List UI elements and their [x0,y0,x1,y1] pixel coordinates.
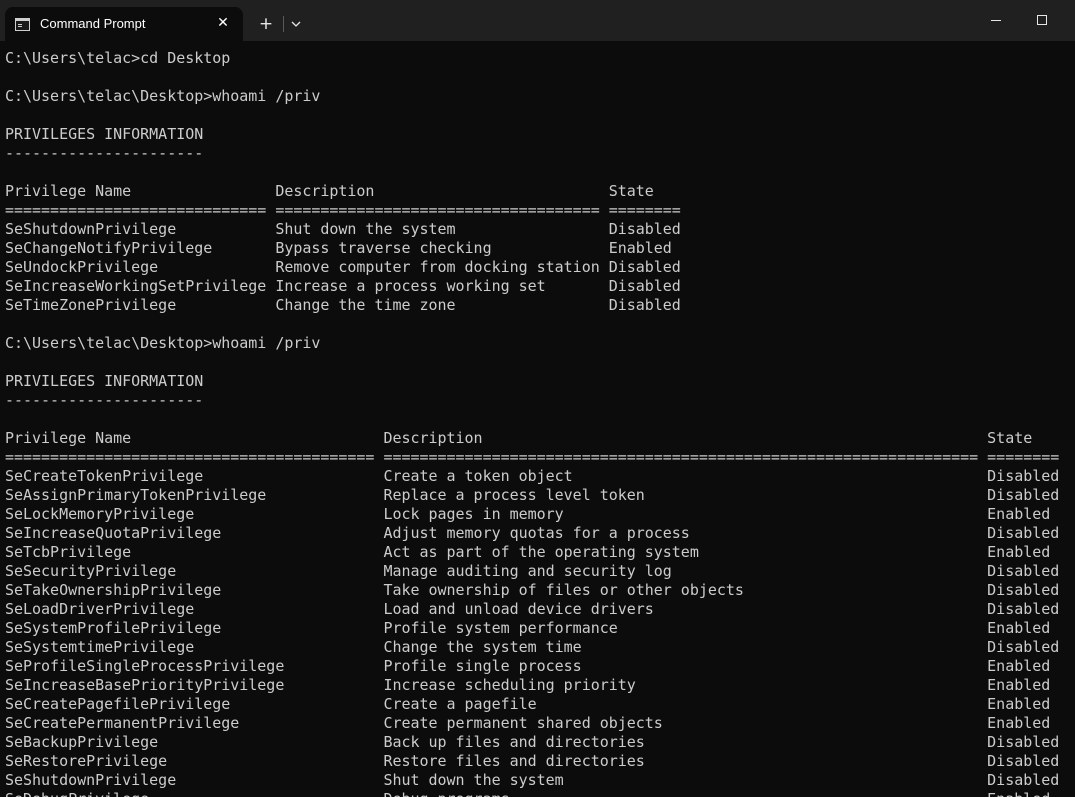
console-line: SeLockMemoryPrivilege Lock pages in memo… [5,505,1051,523]
console-line: PRIVILEGES INFORMATION [5,372,204,390]
minimize-icon[interactable] [973,0,1019,41]
maximize-icon[interactable] [1019,0,1065,41]
console-line: SeShutdownPrivilege Shut down the system… [5,771,1060,789]
console-line: SeTakeOwnershipPrivilege Take ownership … [5,581,1060,599]
console-line: Privilege Name Description State [5,182,654,200]
console-line: SeLoadDriverPrivilege Load and unload de… [5,600,1060,618]
console-line: SeProfileSingleProcessPrivilege Profile … [5,657,1051,675]
console-line: SeIncreaseQuotaPrivilege Adjust memory q… [5,524,1060,542]
console-line: SeCreatePermanentPrivilege Create perman… [5,714,1051,732]
title-bar: Command Prompt ✕ + [0,0,1075,41]
console-line: SeSystemProfilePrivilege Profile system … [5,619,1051,637]
console-line: ---------------------- [5,144,204,162]
close-icon[interactable]: ✕ [212,12,234,34]
console-line: Privilege Name Description State [5,429,1033,447]
console-line: SeUndockPrivilege Remove computer from d… [5,258,681,276]
console-line: C:\Users\telac>cd Desktop [5,49,231,67]
console-output[interactable]: C:\Users\telac>cd Desktop C:\Users\telac\… [5,49,1075,797]
console-line: SeTcbPrivilege Act as part of the operat… [5,543,1051,561]
console-line: PRIVILEGES INFORMATION [5,125,204,143]
chevron-down-icon[interactable] [285,12,307,36]
console-line: SeIncreaseBasePriorityPrivilege Increase… [5,676,1051,694]
console-line: ========================================… [5,448,1060,466]
console-line: SeCreatePagefilePrivilege Create a pagef… [5,695,1051,713]
plus-icon[interactable]: + [254,12,278,36]
tab-divider [283,16,284,32]
console-line: C:\Users\telac\Desktop>whoami /priv [5,334,321,352]
console-line: SeShutdownPrivilege Shut down the system… [5,220,681,238]
terminal-window: Command Prompt ✕ + C:\Users\telac>cd Des… [0,0,1075,797]
console-line: SeBackupPrivilege Back up files and dire… [5,733,1060,751]
console-line: SeDebugPrivilege Debug programs Enabled [5,790,1075,797]
console-line: SeRestorePrivilege Restore files and dir… [5,752,1060,770]
console-line: ============================= ==========… [5,201,681,219]
tab-command-prompt[interactable]: Command Prompt ✕ [5,7,243,41]
console-line: SeSecurityPrivilege Manage auditing and … [5,562,1060,580]
command-prompt-icon [15,18,30,31]
console-line: SeCreateTokenPrivilege Create a token ob… [5,467,1060,485]
console-line: SeSystemtimePrivilege Change the system … [5,638,1060,656]
tab-title: Command Prompt [40,16,146,31]
console-line: SeIncreaseWorkingSetPrivilege Increase a… [5,277,681,295]
console-line: ---------------------- [5,391,204,409]
console-line: C:\Users\telac\Desktop>whoami /priv [5,87,321,105]
console-line: SeChangeNotifyPrivilege Bypass traverse … [5,239,672,257]
console-line: SeAssignPrimaryTokenPrivilege Replace a … [5,486,1060,504]
console-line: SeTimeZonePrivilege Change the time zone… [5,296,681,314]
